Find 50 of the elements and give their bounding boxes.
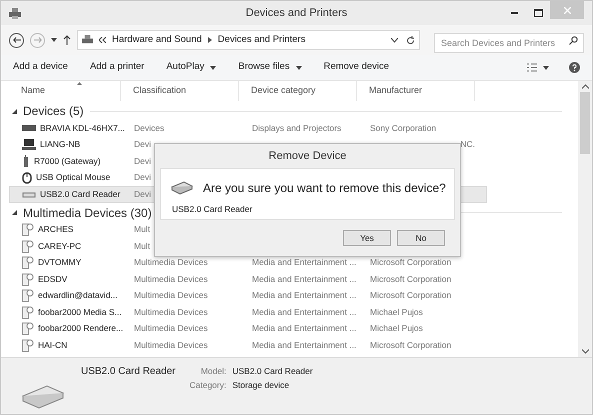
device-name: USB Optical Mouse — [36, 171, 110, 184]
category-cell: Media and Entertainment ... — [252, 323, 356, 334]
manufacturer-cell: Microsoft Corporation — [370, 272, 452, 286]
classification-cell: Devices — [134, 122, 164, 133]
details-label: Model: — [200, 365, 226, 378]
classification-cell: Multimedia Devices — [134, 306, 208, 317]
manufacturer-cell: Microsoft Corporation — [370, 289, 452, 302]
details-value: USB2.0 Card Reader — [232, 365, 313, 378]
classification-cell: Multimedia Devices — [134, 323, 208, 334]
category-cell: Media and Entertainment ... — [252, 257, 356, 268]
manufacturer-cell: NC. — [460, 138, 475, 152]
dialog-title: Remove Device — [268, 148, 346, 164]
classification-cell: Devi — [134, 139, 152, 150]
classification-cell: Devi — [134, 188, 152, 199]
dialog-question: Are you sure you want to remove this device? — [203, 180, 446, 197]
category-cell: Media and Entertainment ... — [252, 274, 356, 284]
device-name: foobar2000 Rendere... — [38, 322, 124, 336]
classification-cell: Multimedia Devices — [134, 290, 208, 300]
device-name: edwardlin@datavid... — [38, 289, 118, 302]
category-cell: Media and Entertainment ... — [252, 306, 356, 317]
details-value: Storage device — [232, 378, 290, 392]
device-name: DVTOMMY — [38, 256, 82, 270]
device-name: LIANG-NB — [40, 138, 80, 152]
category-cell: Media and Entertainment ... — [252, 290, 356, 300]
window-title: Devices and Printers — [246, 6, 348, 21]
manufacturer-cell: Michael Pujos — [370, 306, 423, 319]
device-name: BRAVIA KDL-46HX7... — [40, 122, 125, 135]
classification-cell: Multimedia Devices — [134, 274, 208, 284]
manufacturer-cell: Microsoft Corporation — [370, 338, 452, 352]
details-label: Category: — [190, 378, 226, 392]
device-name: CAREY-PC — [38, 240, 82, 253]
device-name: EDSDV — [38, 272, 68, 286]
device-name: ARCHES — [38, 223, 74, 236]
device-name: foobar2000 Media S... — [38, 306, 122, 319]
device-name: R7000 (Gateway) — [34, 154, 101, 168]
device-name: HAI-CN — [38, 338, 68, 352]
details-device-name: USB2.0 Card Reader — [81, 365, 176, 379]
classification-cell: Devi — [134, 172, 152, 182]
manufacturer-cell: Microsoft Corporation — [370, 256, 452, 270]
category-cell: Displays and Projectors — [252, 122, 342, 133]
classification-cell: Mult — [134, 240, 150, 251]
classification-cell: Multimedia Devices — [134, 257, 208, 268]
device-name: USB2.0 Card Reader — [40, 188, 120, 201]
classification-cell: Devi — [134, 156, 152, 166]
category-cell: Media and Entertainment ... — [252, 340, 356, 350]
classification-cell: Mult — [134, 224, 150, 234]
manufacturer-cell: Sony Corporation — [370, 122, 436, 135]
classification-cell: Multimedia Devices — [134, 340, 208, 350]
dialog-device-name: USB2.0 Card Reader — [172, 203, 254, 216]
manufacturer-cell: Michael Pujos — [370, 322, 423, 336]
